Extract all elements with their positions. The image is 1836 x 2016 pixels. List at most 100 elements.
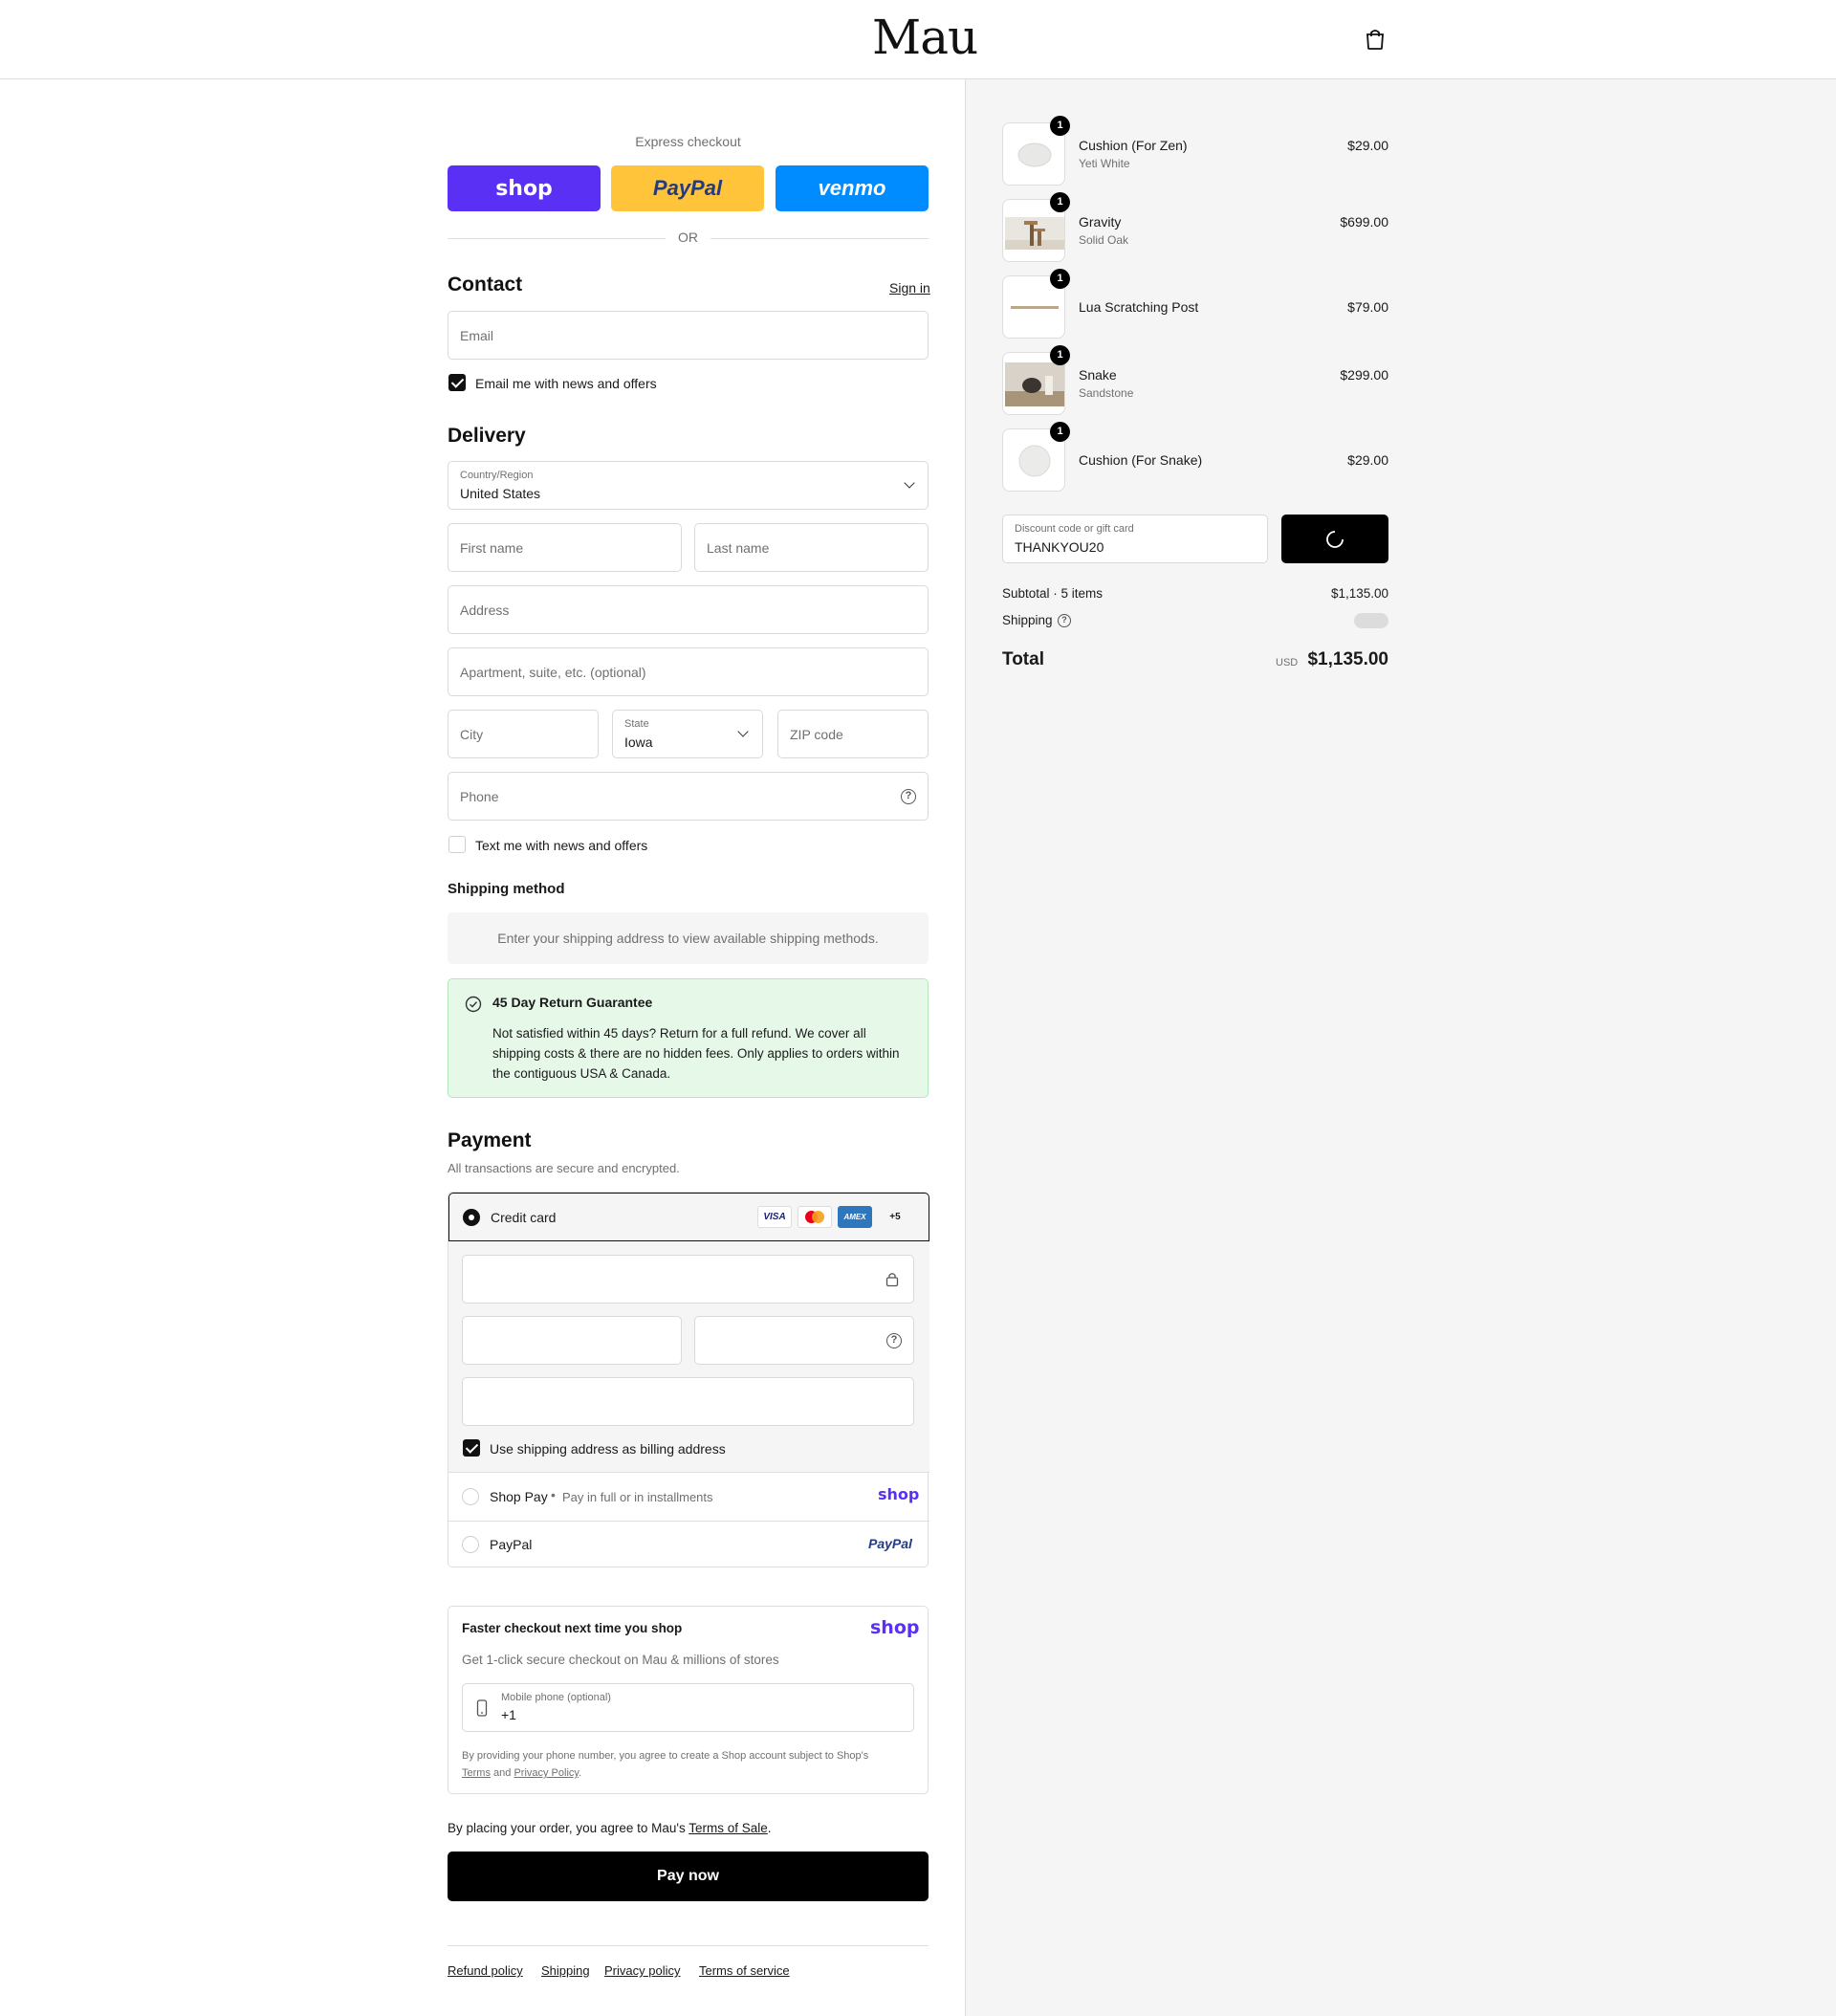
visa-icon: VISA — [757, 1206, 792, 1228]
terms-agreement: By placing your order, you agree to Mau'… — [448, 1821, 772, 1835]
subtotal-value: $1,135.00 — [1330, 586, 1388, 601]
privacy-policy-link[interactable]: Privacy policy — [604, 1963, 680, 1978]
mobile-phone-icon — [476, 1699, 488, 1717]
total-label: Total — [1002, 649, 1044, 669]
quantity-badge: 1 — [1050, 192, 1070, 212]
shop-remember-me-box: Faster checkout next time you shop shop … — [448, 1606, 929, 1794]
zip-placeholder: ZIP code — [790, 727, 843, 742]
or-text: OR — [678, 230, 698, 245]
terms-of-service-link[interactable]: Terms of service — [699, 1963, 790, 1978]
zip-field[interactable]: ZIP code — [777, 710, 929, 758]
help-icon[interactable]: ? — [1058, 614, 1071, 627]
state-label: State — [624, 718, 649, 730]
shipping-loading-placeholder — [1354, 613, 1388, 628]
item-variant: Solid Oak — [1079, 233, 1129, 247]
address-field[interactable]: Address — [448, 585, 929, 634]
payment-heading: Payment — [448, 1129, 532, 1151]
email-field[interactable]: Email — [448, 311, 929, 360]
email-news-label: Email me with news and offers — [475, 376, 657, 391]
item-price: $79.00 — [1347, 299, 1388, 315]
period-text: . — [579, 1767, 582, 1779]
first-name-field[interactable]: First name — [448, 523, 682, 572]
quantity-badge: 1 — [1050, 422, 1070, 442]
card-number-field[interactable] — [462, 1255, 914, 1304]
credit-card-label: Credit card — [491, 1210, 557, 1225]
credit-card-radio[interactable] — [463, 1209, 480, 1226]
first-name-placeholder: First name — [460, 540, 524, 556]
guarantee-text: Not satisfied within 45 days? Return for… — [492, 1023, 900, 1084]
shop-pay-express-button[interactable]: shop — [448, 165, 601, 211]
state-value: Iowa — [624, 734, 653, 750]
apartment-placeholder: Apartment, suite, etc. (optional) — [460, 665, 646, 680]
terms-of-sale-link[interactable]: Terms of Sale — [688, 1821, 768, 1835]
quantity-badge: 1 — [1050, 345, 1070, 365]
more-cards-badge: +5 — [889, 1212, 901, 1222]
guarantee-title: 45 Day Return Guarantee — [492, 995, 653, 1010]
shop-pay-option[interactable]: Shop Pay • Pay in full or in installment… — [448, 1473, 929, 1521]
quantity-badge: 1 — [1050, 116, 1070, 136]
product-thumbnail: 1 — [1002, 116, 1070, 186]
item-price: $29.00 — [1347, 138, 1388, 153]
shopping-bag-icon[interactable] — [1365, 28, 1386, 51]
text-news-checkbox[interactable] — [448, 836, 466, 853]
item-name: Cushion (For Zen) — [1079, 138, 1188, 153]
state-select[interactable]: State Iowa — [612, 710, 763, 758]
item-price: $699.00 — [1340, 214, 1388, 230]
shop-legal-links: Terms and Privacy Policy. — [462, 1764, 921, 1782]
item-variant: Sandstone — [1079, 386, 1134, 400]
name-on-card-field[interactable] — [462, 1377, 914, 1426]
apply-discount-button[interactable] — [1281, 515, 1388, 563]
credit-card-option[interactable]: Credit card VISA AMEX +5 — [448, 1193, 929, 1241]
item-name: Snake — [1079, 367, 1117, 383]
shop-legal-text: By providing your phone number, you agre… — [462, 1747, 921, 1782]
paypal-express-button[interactable]: PayPal — [611, 165, 764, 211]
credit-card-form: ? Use shipping address as billing addres… — [448, 1241, 929, 1473]
shop-privacy-link[interactable]: Privacy Policy — [514, 1767, 579, 1779]
apartment-field[interactable]: Apartment, suite, etc. (optional) — [448, 647, 929, 696]
discount-code-field[interactable]: Discount code or gift card THANKYOU20 — [1002, 515, 1268, 563]
shop-pay-sub: Pay in full or in installments — [562, 1490, 713, 1504]
contact-heading: Contact — [448, 274, 523, 296]
sign-in-link[interactable]: Sign in — [889, 280, 930, 296]
bullet-dot: • — [551, 1487, 556, 1502]
store-logo[interactable]: Mau — [872, 10, 978, 65]
subtotal-label: Subtotal · 5 items — [1002, 586, 1104, 601]
help-icon[interactable]: ? — [901, 789, 916, 804]
phone-placeholder: Phone — [460, 789, 499, 804]
agreement-text: By placing your order, you agree to Mau'… — [448, 1821, 686, 1835]
paypal-logo: PayPal — [652, 176, 723, 200]
refund-policy-link[interactable]: Refund policy — [448, 1963, 523, 1978]
shop-pay-radio[interactable] — [462, 1488, 479, 1505]
mobile-phone-label: Mobile phone (optional) — [501, 1692, 611, 1703]
product-thumbnail: 1 — [1002, 345, 1070, 415]
shipping-label: Shipping — [1002, 613, 1053, 627]
delivery-heading: Delivery — [448, 425, 526, 447]
country-select[interactable]: Country/Region United States — [448, 461, 929, 510]
lock-icon — [885, 1273, 899, 1287]
mobile-phone-field[interactable]: Mobile phone (optional) +1 — [462, 1683, 914, 1732]
billing-address-checkbox[interactable] — [463, 1439, 480, 1457]
phone-field[interactable]: Phone ? — [448, 772, 929, 821]
product-thumbnail: 1 — [1002, 269, 1070, 339]
guarantee-line: shipping costs & there are no hidden fee… — [492, 1046, 900, 1061]
express-checkout-label: Express checkout — [635, 134, 741, 149]
quantity-badge: 1 — [1050, 269, 1070, 289]
security-code-field[interactable]: ? — [694, 1316, 914, 1365]
last-name-field[interactable]: Last name — [694, 523, 929, 572]
paypal-option[interactable]: PayPal PayPal — [448, 1521, 929, 1568]
paypal-radio[interactable] — [462, 1536, 479, 1553]
or-divider: OR — [448, 230, 929, 247]
city-field[interactable]: City — [448, 710, 599, 758]
paypal-logo: PayPal — [868, 1536, 912, 1551]
check-circle-icon — [465, 996, 482, 1013]
venmo-express-button[interactable]: venmo — [776, 165, 929, 211]
discount-label: Discount code or gift card — [1015, 523, 1134, 535]
email-news-checkbox[interactable] — [448, 374, 466, 391]
shop-legal-line: By providing your phone number, you agre… — [462, 1750, 869, 1762]
shipping-policy-link[interactable]: Shipping — [541, 1963, 590, 1978]
guarantee-line: Not satisfied within 45 days? Return for… — [492, 1026, 866, 1041]
pay-now-button[interactable]: Pay now — [448, 1852, 929, 1901]
shop-terms-link[interactable]: Terms — [462, 1767, 491, 1779]
expiry-field[interactable] — [462, 1316, 682, 1365]
help-icon[interactable]: ? — [886, 1333, 902, 1348]
